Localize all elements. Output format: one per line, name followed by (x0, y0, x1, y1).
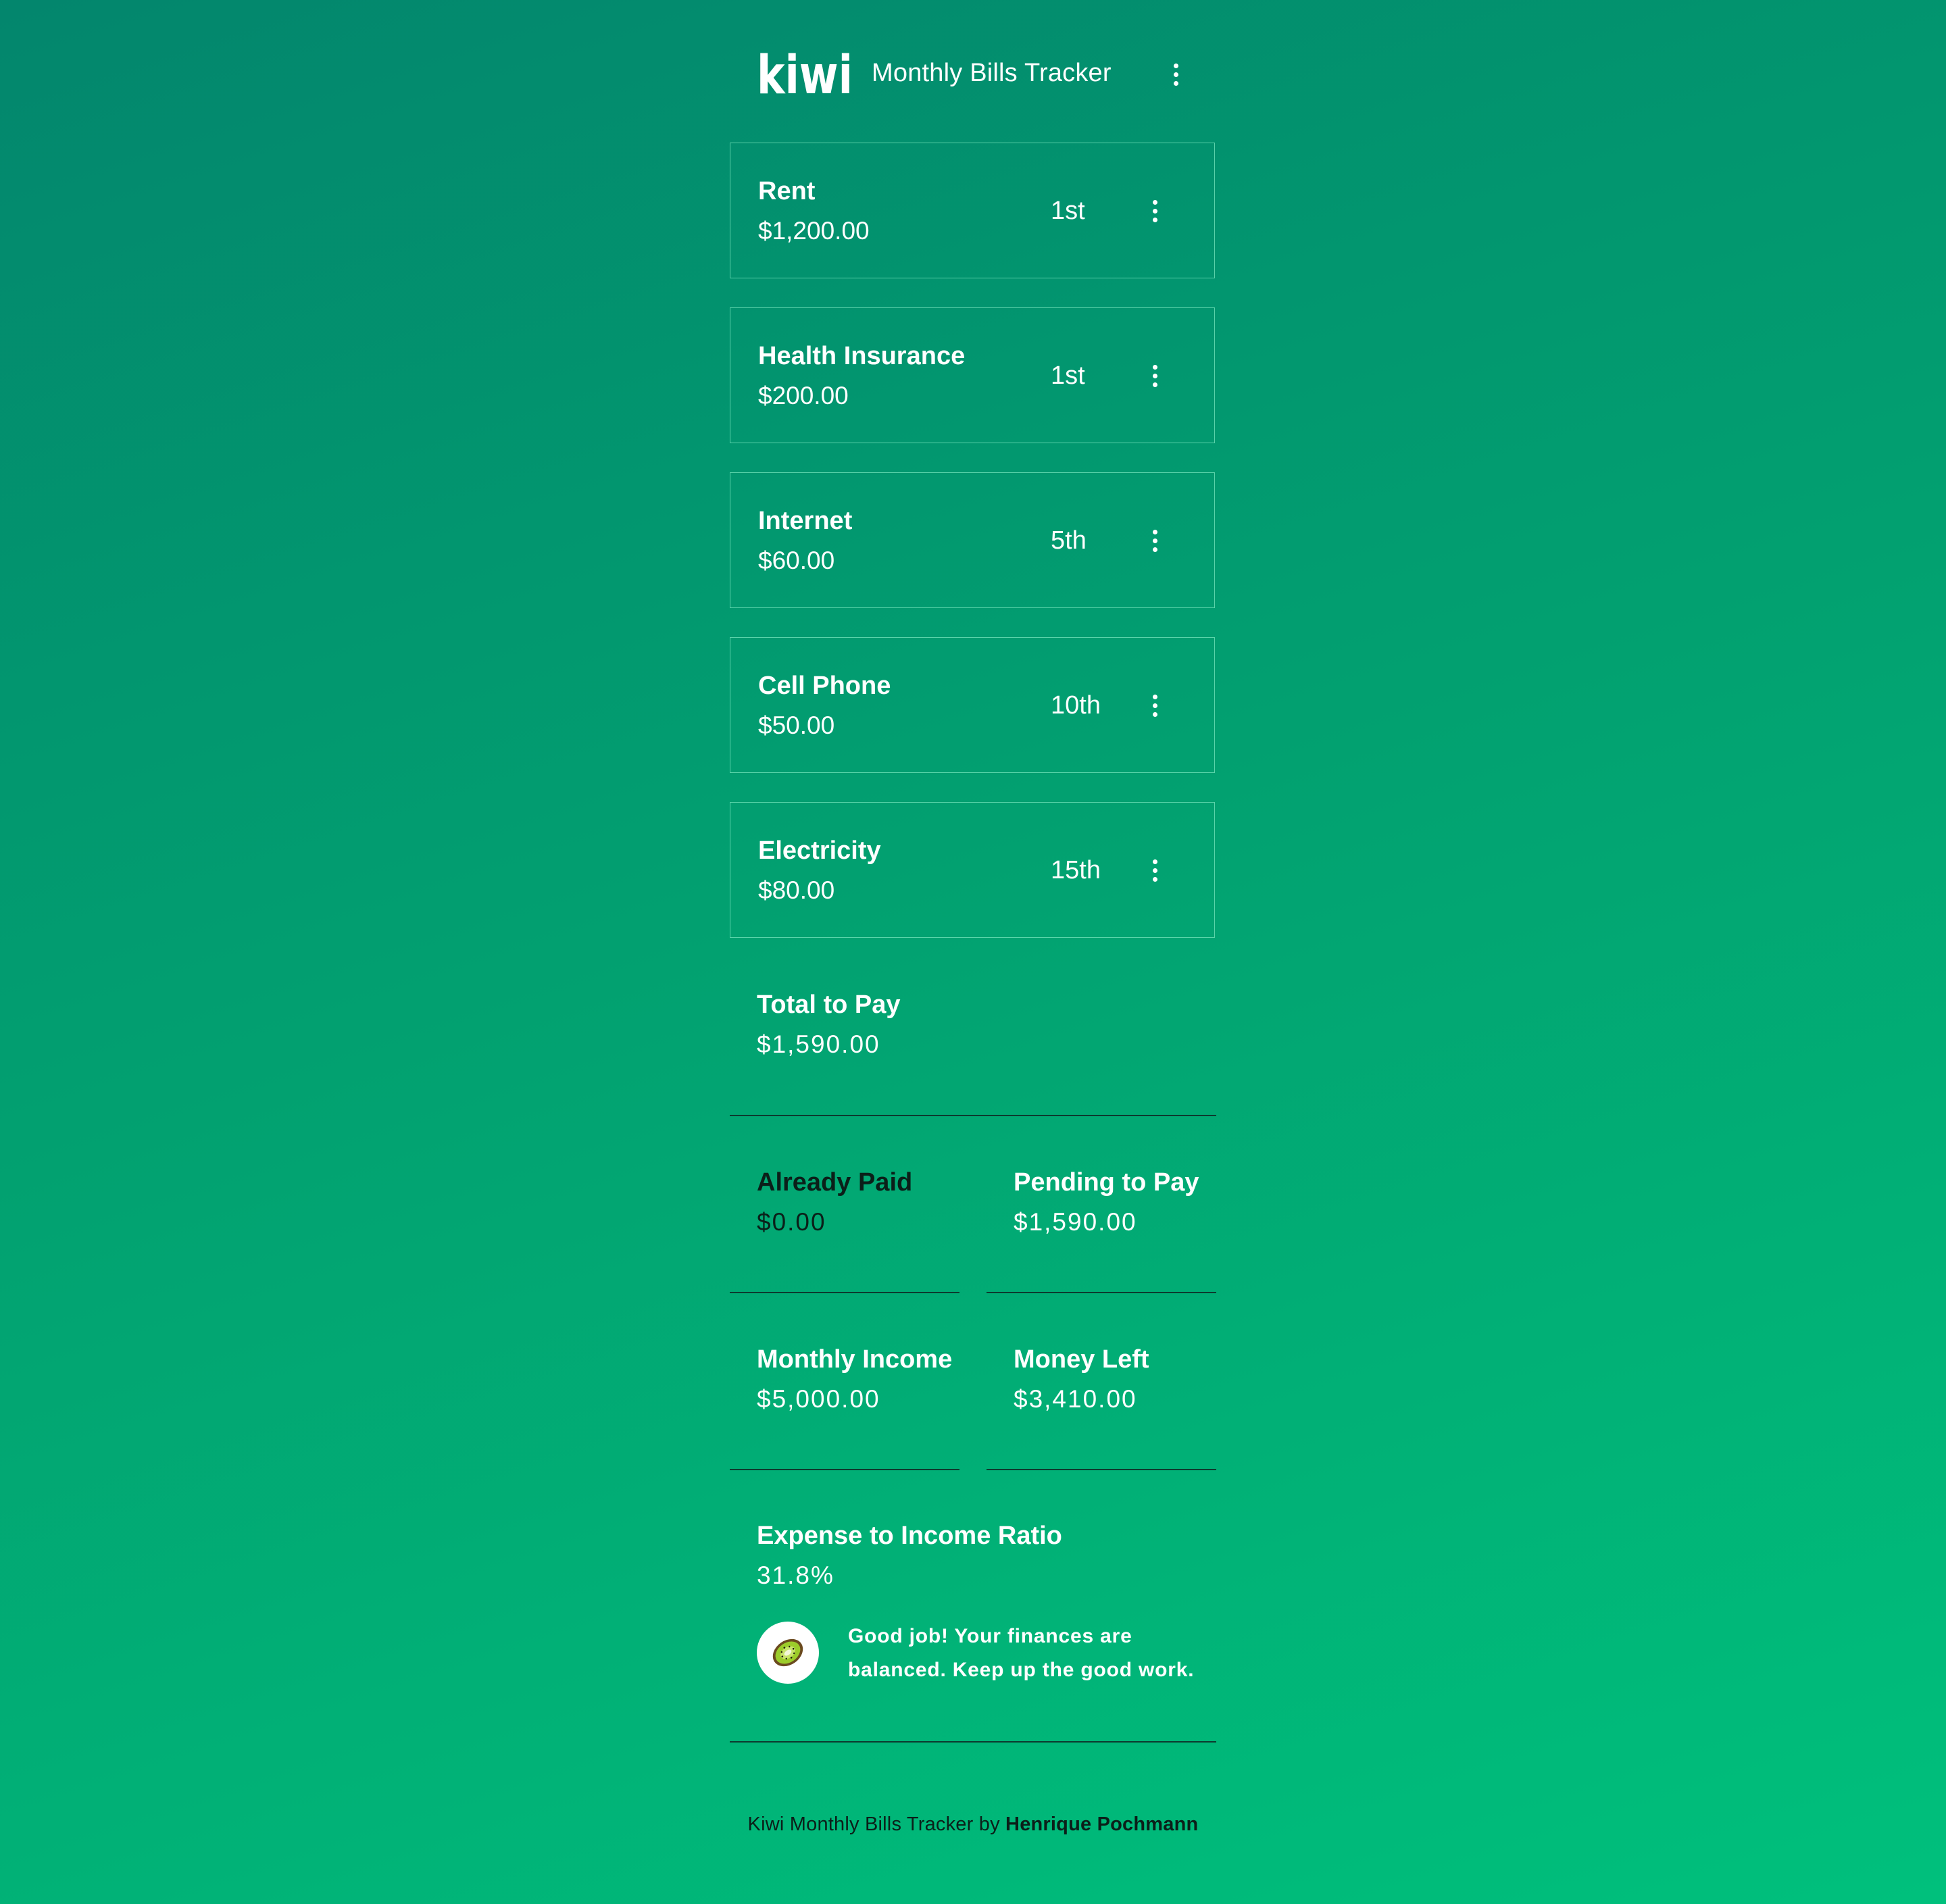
bill-name: Electricity (758, 836, 881, 865)
bill-due-date: 15th (1051, 856, 1101, 884)
bill-card[interactable]: Health Insurance $200.00 1st (730, 307, 1215, 443)
ratio-label: Expense to Income Ratio (757, 1522, 1062, 1550)
bill-card[interactable]: Electricity $80.00 15th (730, 802, 1215, 938)
bill-due-date: 10th (1051, 691, 1101, 720)
status-message-text: Good job! Your finances are balanced. Ke… (848, 1625, 1195, 1681)
bill-card[interactable]: Rent $1,200.00 1st (730, 143, 1215, 278)
divider (730, 1115, 1216, 1116)
ratio-value: 31.8% (757, 1561, 834, 1589)
status-message: Good job! Your finances are balanced. Ke… (757, 1622, 1203, 1684)
app-header: kiwi Monthly Bills Tracker (730, 0, 1216, 142)
bill-amount: $1,200.00 (758, 217, 870, 245)
bill-card[interactable]: Internet $60.00 5th (730, 472, 1215, 608)
bill-due-date: 1st (1051, 361, 1085, 390)
total-label: Total to Pay (757, 991, 901, 1019)
total-value: $1,590.00 (757, 1030, 880, 1058)
bill-menu-button[interactable] (1141, 527, 1168, 554)
footer: Kiwi Monthly Bills Tracker by Henrique P… (730, 1811, 1216, 1838)
expense-income-ratio: Expense to Income Ratio 31.8% (757, 1520, 1062, 1590)
author-link[interactable]: Henrique Pochmann (1005, 1813, 1198, 1835)
bill-menu-button[interactable] (1141, 197, 1168, 224)
monthly-income: Monthly Income $5,000.00 (757, 1344, 952, 1414)
divider (987, 1292, 1216, 1293)
bill-amount: $80.00 (758, 876, 835, 904)
footer-text: Kiwi Monthly Bills Tracker by (747, 1813, 1000, 1835)
kiwi-logo: kiwi (757, 47, 853, 96)
already-paid-value: $0.00 (757, 1208, 826, 1236)
bill-name: Internet (758, 507, 853, 535)
app-title: Monthly Bills Tracker (872, 59, 1112, 87)
bill-name: Rent (758, 177, 816, 205)
divider (730, 1741, 1216, 1743)
pending-value: $1,590.00 (1014, 1208, 1137, 1236)
pending-label: Pending to Pay (1014, 1168, 1199, 1197)
money-left: Money Left $3,410.00 (1014, 1344, 1149, 1414)
already-paid-label: Already Paid (757, 1168, 913, 1197)
bill-menu-button[interactable] (1141, 692, 1168, 719)
bill-menu-button[interactable] (1141, 362, 1168, 389)
income-label: Monthly Income (757, 1345, 953, 1374)
divider (730, 1469, 959, 1470)
header-menu-button[interactable] (1162, 61, 1189, 88)
divider (730, 1292, 959, 1293)
total-to-pay: Total to Pay $1,590.00 (757, 989, 901, 1059)
already-paid: Already Paid $0.00 (757, 1167, 912, 1237)
bill-due-date: 1st (1051, 197, 1085, 225)
bill-name: Cell Phone (758, 672, 891, 700)
app-container: kiwi Monthly Bills Tracker Rent $1,200.0… (730, 0, 1216, 1835)
kiwi-fruit-icon (757, 1622, 819, 1684)
bill-name: Health Insurance (758, 342, 966, 370)
bill-card[interactable]: Cell Phone $50.00 10th (730, 637, 1215, 773)
bill-amount: $50.00 (758, 711, 835, 739)
money-left-value: $3,410.00 (1014, 1385, 1137, 1413)
bill-due-date: 5th (1051, 526, 1087, 555)
bill-menu-button[interactable] (1141, 857, 1168, 884)
logo-text: kiwi (757, 47, 853, 96)
money-left-label: Money Left (1014, 1345, 1149, 1374)
income-value: $5,000.00 (757, 1385, 880, 1413)
pending-to-pay: Pending to Pay $1,590.00 (1014, 1167, 1199, 1237)
bill-amount: $60.00 (758, 547, 835, 574)
divider (987, 1469, 1216, 1470)
bill-amount: $200.00 (758, 382, 849, 409)
